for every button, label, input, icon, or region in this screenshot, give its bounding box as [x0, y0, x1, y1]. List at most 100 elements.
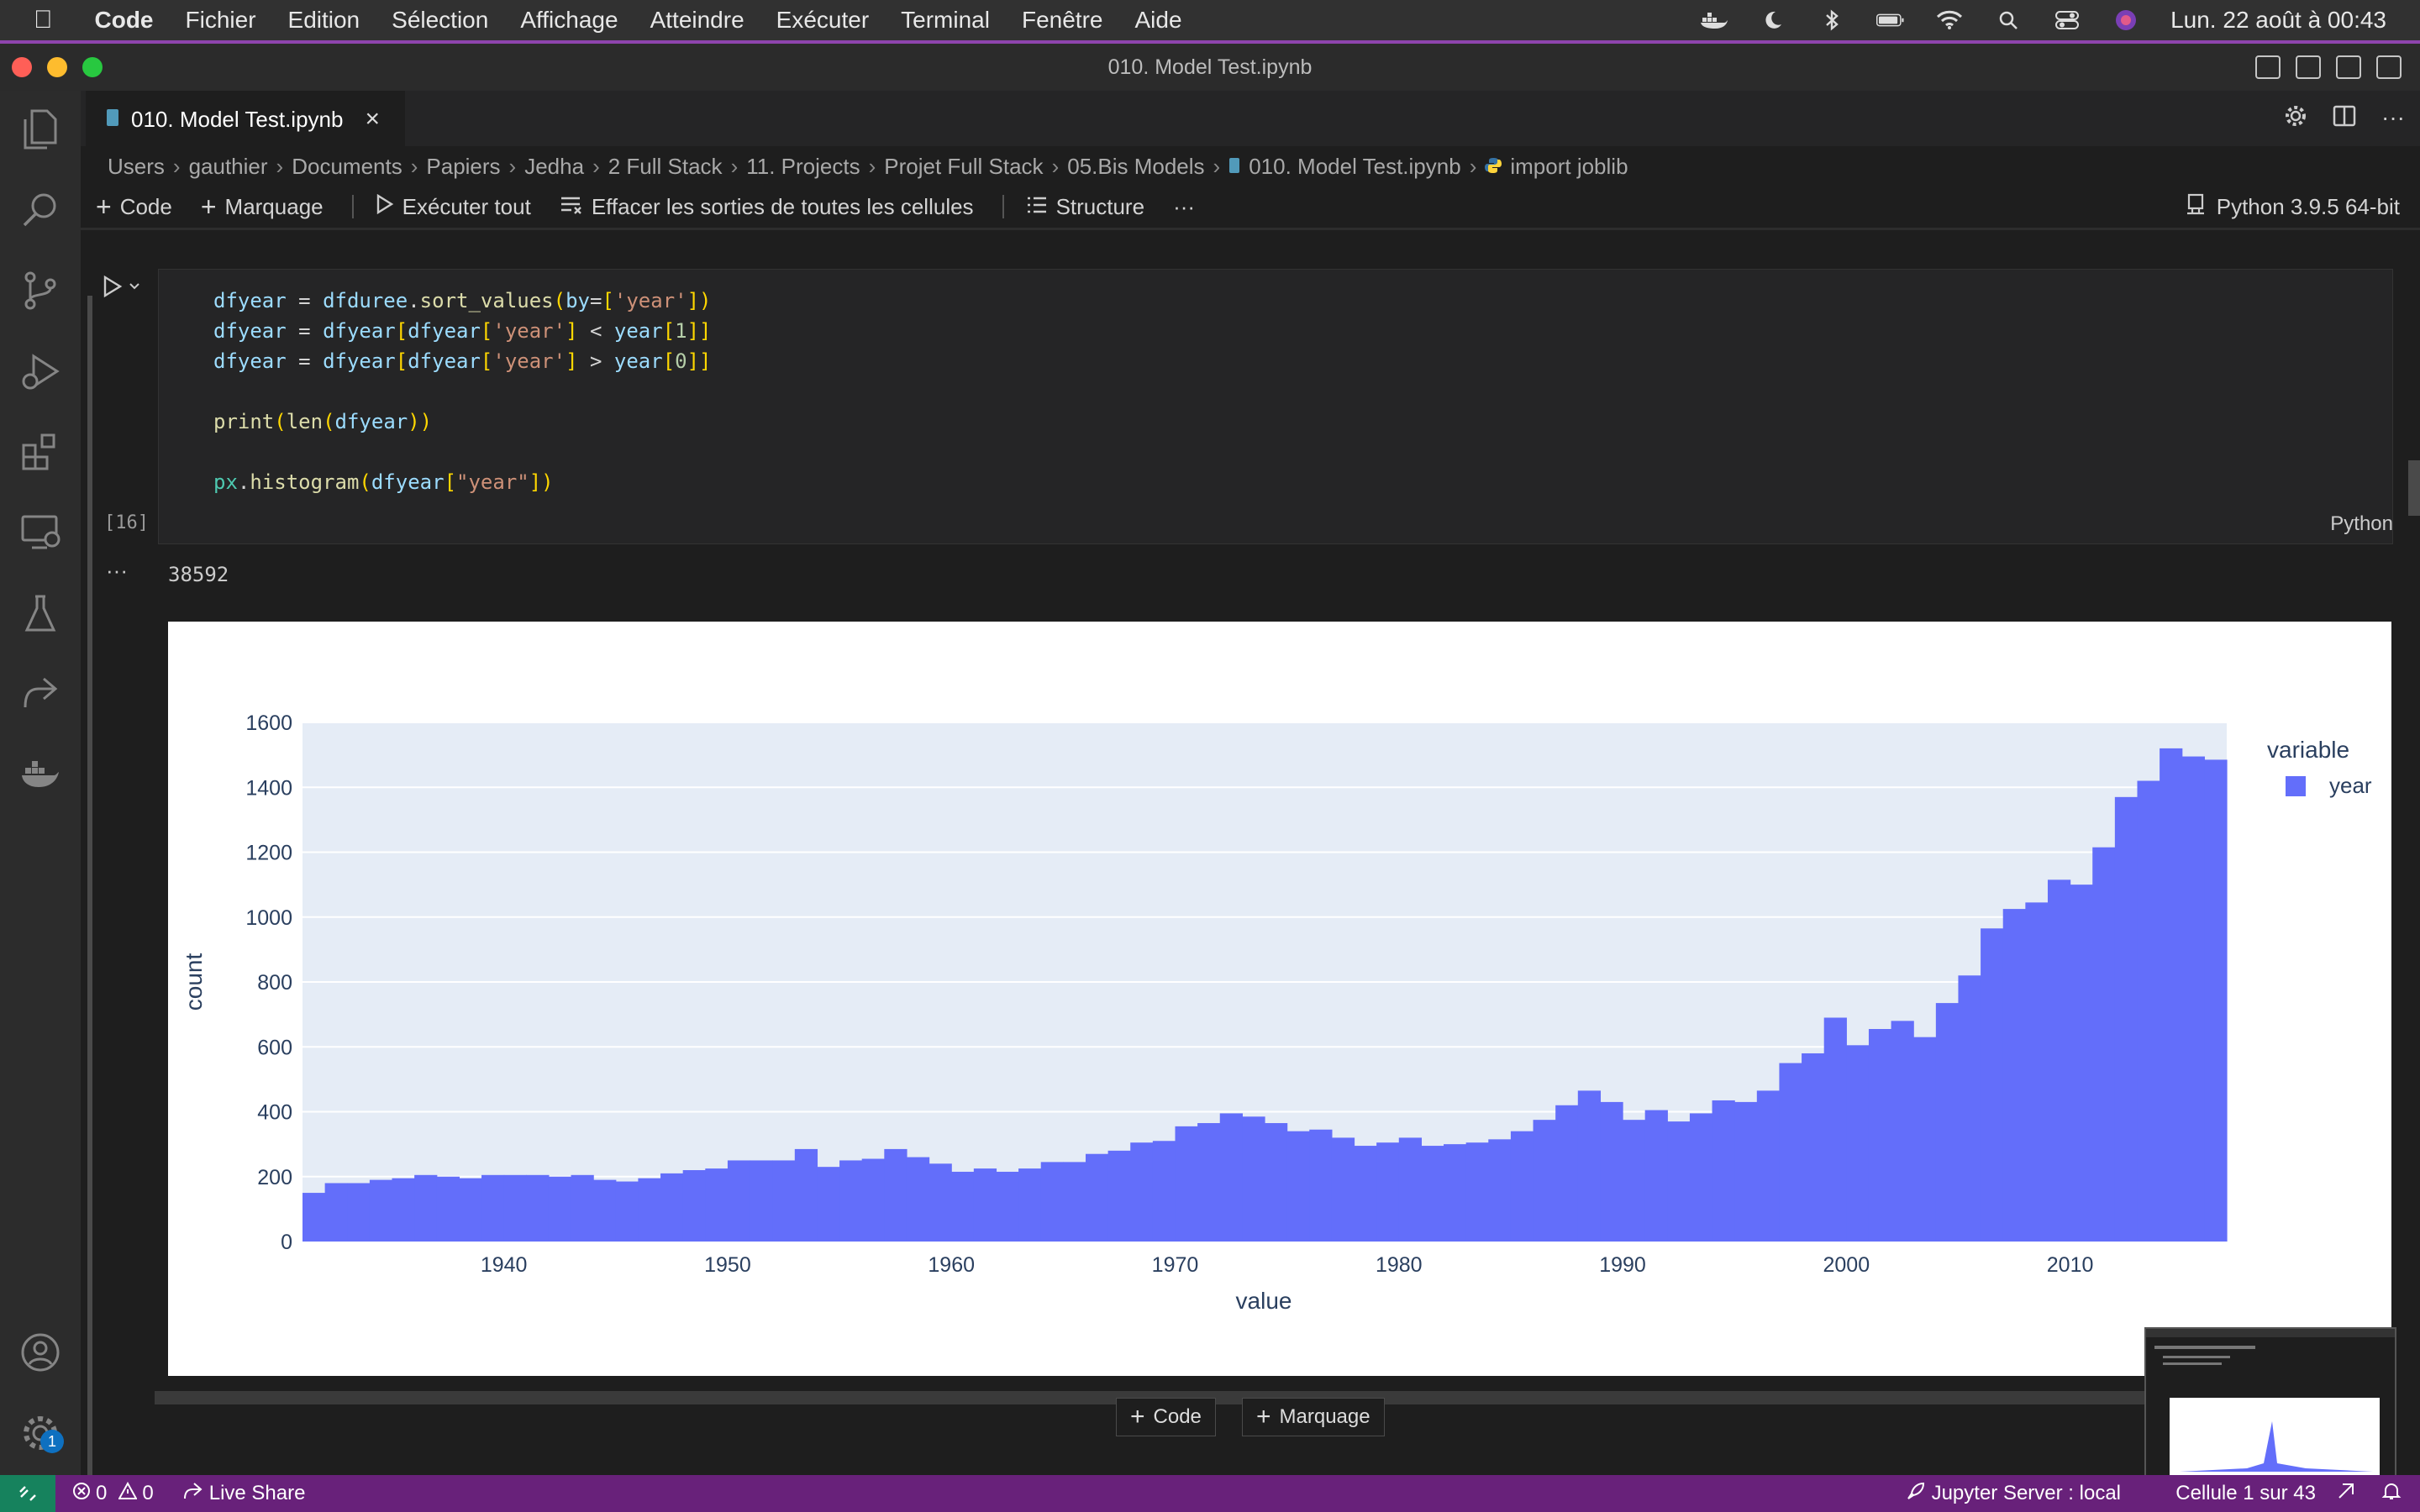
histogram-bar[interactable]: [2137, 780, 2160, 1242]
histogram-bar[interactable]: [1219, 1113, 1243, 1242]
menu-fichier[interactable]: Fichier: [186, 7, 256, 34]
histogram-bar[interactable]: [1286, 1131, 1310, 1242]
battery-icon[interactable]: [1876, 8, 1905, 32]
histogram-bar[interactable]: [1085, 1153, 1109, 1242]
histogram-bar[interactable]: [2002, 909, 2026, 1242]
toggle-sidebar-icon[interactable]: [2255, 55, 2281, 79]
menu-affichage[interactable]: Affichage: [520, 7, 618, 34]
histogram-bar[interactable]: [593, 1179, 617, 1242]
histogram-bar[interactable]: [1868, 1029, 1892, 1242]
histogram-bar[interactable]: [1600, 1101, 1623, 1242]
histogram-bar[interactable]: [1510, 1131, 1534, 1242]
histogram-bar[interactable]: [1175, 1126, 1198, 1242]
split-editor-icon[interactable]: [2333, 104, 2356, 134]
bluetooth-icon[interactable]: [1818, 8, 1846, 32]
run-cell-button[interactable]: [103, 274, 143, 305]
extensions-icon[interactable]: [17, 428, 64, 475]
histogram-bar[interactable]: [2025, 902, 2049, 1242]
code-editor[interactable]: dfyear = dfduree.sort_values(by=['year']…: [213, 286, 712, 497]
breadcrumb-item[interactable]: Documents: [292, 154, 402, 180]
histogram-bar[interactable]: [571, 1174, 594, 1242]
histogram-bar[interactable]: [1935, 1003, 1960, 1242]
toolbar-more-button[interactable]: ···: [1173, 194, 1195, 220]
breadcrumb-item[interactable]: 010. Model Test.ipynb: [1249, 154, 1460, 180]
histogram-bar[interactable]: [2092, 847, 2116, 1242]
histogram-bar[interactable]: [884, 1148, 908, 1242]
legend-item-year[interactable]: year: [2329, 773, 2372, 798]
histogram-bar[interactable]: [414, 1174, 438, 1242]
tab-notebook[interactable]: 010. Model Test.ipynb ×: [86, 91, 405, 146]
notifications-bell-icon[interactable]: [2381, 1481, 2402, 1507]
remote-explorer-icon[interactable]: [17, 509, 64, 556]
histogram-bar[interactable]: [817, 1167, 840, 1242]
histogram-bar[interactable]: [2047, 879, 2071, 1242]
notebook-settings-icon[interactable]: [2284, 104, 2307, 134]
legend-swatch[interactable]: [2286, 776, 2306, 796]
histogram-bar[interactable]: [1734, 1101, 1758, 1242]
histogram-bar[interactable]: [503, 1174, 527, 1242]
testing-icon[interactable]: [17, 590, 64, 637]
control-center-icon[interactable]: [2053, 8, 2081, 32]
run-debug-icon[interactable]: [17, 348, 64, 395]
histogram-bar[interactable]: [347, 1183, 371, 1242]
histogram-bar[interactable]: [615, 1181, 639, 1242]
menu-selection[interactable]: Sélection: [392, 7, 488, 34]
histogram-bar[interactable]: [1802, 1053, 1825, 1242]
account-icon[interactable]: [17, 1329, 64, 1376]
histogram-bar[interactable]: [839, 1160, 863, 1242]
histogram-bar[interactable]: [1444, 1144, 1467, 1242]
histogram-bar[interactable]: [794, 1148, 818, 1242]
histogram-bar[interactable]: [1981, 928, 2004, 1242]
histogram-bar[interactable]: [660, 1173, 684, 1242]
histogram-bar[interactable]: [1107, 1150, 1131, 1242]
histogram-bar[interactable]: [1376, 1142, 1400, 1242]
histogram-bar[interactable]: [324, 1183, 348, 1242]
histogram-bar[interactable]: [906, 1157, 930, 1242]
histogram-bar[interactable]: [369, 1179, 393, 1242]
histogram-bar[interactable]: [1265, 1123, 1288, 1242]
breadcrumb-item[interactable]: 11. Projects: [746, 154, 860, 180]
remote-indicator[interactable]: [0, 1475, 55, 1512]
vertical-scrollbar[interactable]: [2408, 460, 2420, 516]
histogram-bar[interactable]: [548, 1176, 572, 1242]
histogram-bar[interactable]: [436, 1176, 460, 1242]
histogram-bar[interactable]: [302, 1193, 326, 1242]
jupyter-server-status[interactable]: Jupyter Server : local: [1907, 1482, 2121, 1506]
histogram-bar[interactable]: [682, 1170, 706, 1242]
wifi-icon[interactable]: [1935, 8, 1964, 32]
spotlight-search-icon[interactable]: [1994, 8, 2023, 32]
live-share-icon[interactable]: [17, 670, 64, 717]
histogram-bar[interactable]: [951, 1171, 975, 1242]
siri-icon[interactable]: [2112, 8, 2140, 32]
histogram-bar[interactable]: [1891, 1021, 1914, 1242]
customize-layout-icon[interactable]: [2376, 55, 2402, 79]
histogram-bar[interactable]: [526, 1174, 550, 1242]
live-share-status[interactable]: Live Share: [182, 1482, 305, 1506]
histogram-bar[interactable]: [2160, 748, 2183, 1242]
menu-edition[interactable]: Edition: [288, 7, 360, 34]
histogram-bar[interactable]: [1018, 1168, 1042, 1242]
run-all-button[interactable]: Exécuter tout: [376, 193, 531, 220]
histogram-bar[interactable]: [1465, 1142, 1489, 1242]
breadcrumb-item[interactable]: Users: [108, 154, 165, 180]
histogram-bar[interactable]: [1063, 1162, 1086, 1242]
histogram-bar[interactable]: [1533, 1120, 1556, 1242]
toggle-secondary-sidebar-icon[interactable]: [2336, 55, 2361, 79]
menu-terminal[interactable]: Terminal: [901, 7, 990, 34]
histogram-bar[interactable]: [638, 1178, 661, 1242]
histogram-bar[interactable]: [1421, 1146, 1444, 1242]
histogram-bar[interactable]: [392, 1178, 415, 1242]
menu-atteindre[interactable]: Atteindre: [650, 7, 744, 34]
histogram-bar[interactable]: [772, 1160, 796, 1242]
insert-code-cell-button[interactable]: + Code: [1116, 1398, 1216, 1436]
histogram-bar[interactable]: [750, 1160, 773, 1242]
add-code-cell-button[interactable]: + Code: [96, 192, 172, 223]
breadcrumb-item[interactable]: Papiers: [426, 154, 500, 180]
problems-indicator[interactable]: 0 0: [72, 1481, 154, 1506]
histogram-bar[interactable]: [1958, 975, 1981, 1242]
histogram-bar[interactable]: [929, 1163, 952, 1242]
histogram-bar[interactable]: [1577, 1090, 1602, 1242]
cell-position[interactable]: Cellule 1 sur 43: [2175, 1482, 2316, 1505]
histogram-bar[interactable]: [1331, 1137, 1355, 1242]
histogram-bar[interactable]: [973, 1168, 997, 1242]
